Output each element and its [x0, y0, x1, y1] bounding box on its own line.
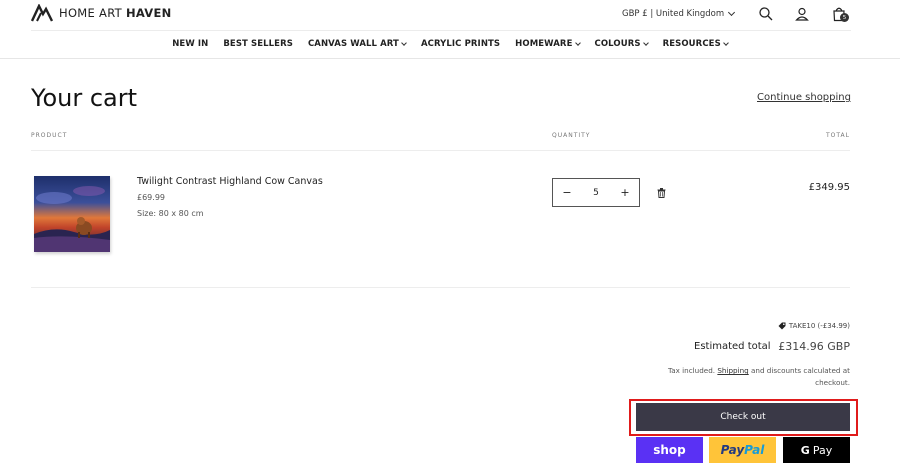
- main-nav: NEW IN BEST SELLERS CANVAS WALL ART ACRY…: [0, 36, 900, 52]
- applied-discount: TAKE10 (-£34.99): [640, 322, 850, 330]
- paypal-button[interactable]: Pay Pal: [709, 437, 776, 463]
- column-header-product: PRODUCT: [31, 132, 68, 139]
- google-pay-button[interactable]: G Pay: [783, 437, 850, 463]
- table-header-divider: [31, 150, 850, 151]
- header-divider: [31, 30, 851, 31]
- chevron-down-icon: [722, 39, 729, 46]
- nav-item-acrylic-prints[interactable]: ACRYLIC PRINTS: [421, 36, 500, 52]
- account-icon[interactable]: [794, 6, 810, 22]
- nav-item-best-sellers[interactable]: BEST SELLERS: [223, 36, 293, 52]
- chevron-down-icon: [574, 39, 581, 46]
- tax-note: Tax included. Shipping and discounts cal…: [668, 366, 850, 387]
- product-unit-price: £69.99: [137, 193, 165, 202]
- currency-label: GBP £ | United Kingdom: [622, 9, 725, 19]
- line-item-total: £349.95: [808, 182, 850, 193]
- column-header-total: TOTAL: [825, 132, 850, 139]
- nav-item-resources[interactable]: RESOURCES: [663, 36, 729, 52]
- nav-item-new-in[interactable]: NEW IN: [172, 36, 208, 52]
- google-g-icon: G: [800, 443, 810, 457]
- estimated-total-label: Estimated total: [694, 341, 771, 352]
- store-logo[interactable]: HOME ART HAVEN: [31, 4, 172, 22]
- product-image: [34, 176, 110, 252]
- continue-shopping-link[interactable]: Continue shopping: [757, 92, 851, 103]
- currency-selector[interactable]: GBP £ | United Kingdom: [622, 8, 736, 19]
- search-icon[interactable]: [758, 6, 774, 22]
- product-name-link[interactable]: Twilight Contrast Highland Cow Canvas: [137, 176, 323, 187]
- header: HOME ART HAVEN GBP £ | United Kingdom 5: [0, 0, 900, 30]
- shop-pay-button[interactable]: shop: [636, 437, 703, 463]
- trash-icon[interactable]: [657, 188, 666, 198]
- shipping-link[interactable]: Shipping: [717, 366, 748, 375]
- decrease-quantity-button[interactable]: −: [562, 186, 572, 199]
- discount-tag-icon: [778, 322, 786, 330]
- chevron-down-icon: [401, 39, 407, 46]
- discount-code: TAKE10 (-£34.99): [788, 322, 850, 330]
- product-size: Size: 80 x 80 cm: [137, 209, 204, 218]
- nav-item-colours[interactable]: COLOURS: [595, 36, 649, 52]
- nav-divider: [0, 58, 900, 59]
- chevron-down-icon: [642, 39, 649, 46]
- quantity-stepper: − 5 +: [552, 178, 640, 207]
- nav-item-canvas-wall-art[interactable]: CANVAS WALL ART: [308, 36, 407, 52]
- chevron-down-icon: [728, 8, 736, 17]
- column-header-quantity: QUANTITY: [552, 132, 591, 139]
- cart-count-badge: 5: [840, 13, 849, 22]
- quantity-input[interactable]: 5: [593, 188, 599, 198]
- page-title: Your cart: [31, 84, 138, 112]
- logo-mark-icon: [31, 4, 53, 22]
- product-thumbnail[interactable]: [34, 176, 110, 252]
- increase-quantity-button[interactable]: +: [620, 186, 630, 199]
- checkout-button[interactable]: Check out: [636, 403, 850, 431]
- logo-text: HOME ART HAVEN: [59, 6, 172, 20]
- nav-item-homeware[interactable]: HOMEWARE: [515, 36, 581, 52]
- estimated-total-value: £314.96 GBP: [778, 340, 850, 353]
- cart-items-divider: [31, 287, 850, 288]
